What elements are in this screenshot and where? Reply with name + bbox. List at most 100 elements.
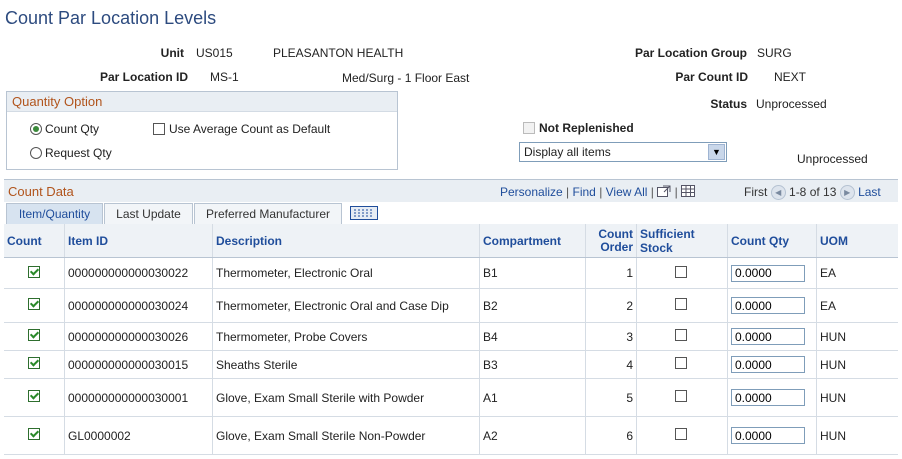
sufficient-stock-checkbox[interactable] [675, 265, 687, 278]
count-cell [4, 257, 65, 289]
download-grid-icon[interactable] [681, 185, 696, 200]
count-cell [4, 350, 65, 379]
count-qty-input[interactable] [731, 389, 805, 406]
par-count-label: Par Count ID [675, 70, 748, 84]
tab-preferred-manufacturer-label: Preferred Manufacturer [205, 207, 331, 221]
uom-cell: EA [816, 288, 898, 323]
sufficient-stock-cell [636, 288, 728, 323]
new-window-icon[interactable] [657, 185, 671, 200]
last-link[interactable]: Last [858, 185, 881, 199]
personalize-link[interactable]: Personalize [500, 185, 563, 199]
count-qty-input[interactable] [731, 297, 805, 314]
count-order-cell: 5 [585, 378, 637, 417]
sufficient-stock-checkbox[interactable] [675, 428, 687, 440]
find-link[interactable]: Find [573, 185, 596, 199]
par-location-label: Par Location ID [99, 70, 188, 84]
uom-cell: HUN [816, 416, 898, 455]
next-page-icon[interactable]: ▶ [839, 185, 855, 201]
item-id-cell: GL0000002 [64, 416, 213, 455]
unit-description: PLEASANTON HEALTH [273, 46, 404, 60]
sufficient-stock-cell [636, 350, 728, 379]
tab-preferred-manufacturer[interactable]: Preferred Manufacturer [194, 203, 342, 224]
view-all-link[interactable]: View All [606, 185, 648, 199]
count-data-title: Count Data [8, 184, 74, 199]
sufficient-stock-cell [636, 378, 728, 417]
not-replenished-checkbox[interactable] [523, 122, 535, 134]
description-cell: Glove, Exam Small Sterile Non-Powder [212, 416, 480, 455]
count-data-grid-header: Count Data Personalize | Find | View All… [4, 179, 898, 202]
column-header-count-order: Count Order [585, 224, 637, 258]
count-checkbox[interactable] [28, 357, 40, 369]
not-replenished-label: Not Replenished [539, 121, 634, 135]
count-cell [4, 378, 65, 417]
count-qty-input[interactable] [731, 356, 805, 373]
previous-page-icon[interactable]: ◀ [770, 185, 786, 201]
count-order-cell: 3 [585, 322, 637, 351]
par-group-value: SURG [757, 46, 792, 60]
table-row: 000000000000030026 Thermometer, Probe Cov… [4, 322, 898, 351]
item-id-cell: 000000000000030026 [64, 322, 213, 351]
page-range: 1-8 of 13 [789, 185, 837, 199]
count-data-table: Count Item ID Description Compartment Co… [4, 224, 898, 455]
grid-pagination: First ◀ 1-8 of 13 ▶ Last [744, 185, 881, 201]
compartment-cell: A1 [479, 378, 586, 417]
count-cell [4, 288, 65, 323]
unit-value: US015 [196, 46, 233, 60]
description-cell: Thermometer, Probe Covers [212, 322, 480, 351]
table-row: 000000000000030015Sheaths SterileB34 HUN [4, 350, 898, 379]
count-checkbox[interactable] [28, 428, 40, 440]
column-header-sufficient-stock: Sufficient Stock [636, 224, 728, 258]
unit-label: Unit [160, 46, 184, 60]
request-qty-radio[interactable] [30, 147, 42, 159]
tab-last-update[interactable]: Last Update [104, 203, 193, 224]
uom-cell: EA [816, 257, 898, 289]
count-checkbox[interactable] [28, 390, 40, 402]
tab-item-quantity-label: Item/Quantity [18, 207, 91, 221]
count-qty-cell [727, 257, 817, 289]
column-header-compartment: Compartment [479, 224, 586, 258]
table-header-row: Count Item ID Description Compartment Co… [4, 224, 898, 258]
first-link[interactable]: First [744, 185, 767, 199]
count-checkbox[interactable] [28, 329, 40, 341]
chevron-down-icon[interactable]: ▼ [708, 144, 725, 160]
compartment-cell: B1 [479, 257, 586, 289]
description-cell: Sheaths Sterile [212, 350, 480, 379]
unprocessed-text: Unprocessed [797, 152, 868, 166]
status-label: Status [710, 97, 747, 111]
count-qty-input[interactable] [731, 328, 805, 345]
sufficient-stock-checkbox[interactable] [675, 329, 687, 341]
sufficient-stock-checkbox[interactable] [675, 298, 687, 310]
count-qty-cell [727, 288, 817, 323]
grid-toolbar: Personalize | Find | View All | | [500, 185, 696, 200]
count-qty-input[interactable] [731, 264, 805, 282]
status-value: Unprocessed [756, 97, 827, 111]
count-order-cell: 6 [585, 416, 637, 455]
count-order-cell: 4 [585, 350, 637, 379]
use-average-count-label: Use Average Count as Default [169, 122, 331, 136]
column-header-count-qty: Count Qty [727, 224, 817, 258]
sufficient-stock-checkbox[interactable] [675, 390, 687, 402]
request-qty-label: Request Qty [45, 146, 112, 160]
show-all-columns-icon[interactable] [350, 206, 378, 223]
count-qty-input[interactable] [731, 427, 805, 444]
count-qty-cell [727, 416, 817, 455]
column-header-description: Description [212, 224, 480, 258]
count-qty-radio[interactable] [30, 123, 42, 135]
count-checkbox[interactable] [28, 265, 40, 278]
sufficient-stock-checkbox[interactable] [675, 357, 687, 369]
use-average-count-checkbox[interactable] [153, 123, 165, 135]
table-row: 000000000000030001 Glove, Exam Small Ster… [4, 378, 898, 417]
table-row: 000000000000030024 Thermometer, Electroni… [4, 288, 898, 323]
count-checkbox[interactable] [28, 298, 40, 310]
par-count-value: NEXT [774, 70, 807, 84]
compartment-cell: B2 [479, 288, 586, 323]
table-row: 000000000000030022 Thermometer, Electroni… [4, 257, 898, 289]
compartment-cell: A2 [479, 416, 586, 455]
count-order-cell: 2 [585, 288, 637, 323]
display-items-select[interactable]: Display all items ▼ [519, 142, 727, 162]
par-group-label: Par Location Group [634, 46, 747, 60]
uom-cell: HUN [816, 322, 898, 351]
sufficient-stock-cell [636, 257, 728, 289]
description-cell: Thermometer, Electronic Oral and Case Di… [212, 288, 480, 323]
tab-item-quantity[interactable]: Item/Quantity [6, 203, 103, 225]
